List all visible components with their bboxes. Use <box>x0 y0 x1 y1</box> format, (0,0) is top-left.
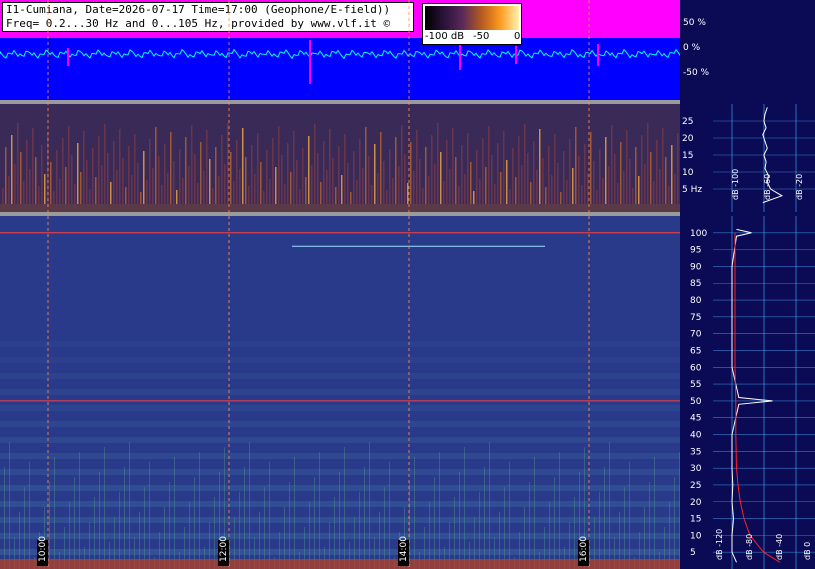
spec-high-ytick: 60 <box>690 363 702 373</box>
spec-high-ytick: 20 <box>690 498 702 508</box>
spec-low-ytick: 20 <box>682 134 694 144</box>
time-label: 10:00 <box>38 536 48 562</box>
wave-ytick: 50 % <box>683 18 706 28</box>
side-axes-svg: 50 % 0 % -50 % 5 Hz 10 15 20 25 dB -100 dB -60 dB … <box>682 18 815 569</box>
spec-high-ytick: 85 <box>690 279 701 289</box>
spec-high-ytick: 55 <box>690 380 701 390</box>
spec-high-ytick: 50 <box>690 397 702 407</box>
spec-low-ytick: 25 <box>682 117 693 127</box>
spec-low-ytick: 5 Hz <box>682 185 702 195</box>
spec-high-xtick: dB -120 <box>715 529 724 560</box>
spec-low-xtick: dB -20 <box>795 174 804 200</box>
spec-high-ytick: 15 <box>690 515 701 525</box>
spec-low-xtick: dB -60 <box>763 174 772 200</box>
spec-high-ytick: 10 <box>690 531 702 541</box>
spec-low-xtick: dB -100 <box>731 169 740 200</box>
spec-high-xtick: dB -80 <box>745 534 754 560</box>
time-label: 14:00 <box>399 536 409 562</box>
spec-high-ytick: 35 <box>690 447 701 457</box>
wave-ytick: -50 % <box>683 68 710 78</box>
spec-high-ytick: 5 <box>690 548 696 558</box>
spec-high-ytick: 75 <box>690 313 701 323</box>
spec-high-ytick: 30 <box>690 464 702 474</box>
spec-high-ytick: 45 <box>690 414 701 424</box>
spec-high-xtick: dB -40 <box>775 534 784 560</box>
spec-low-ytick: 10 <box>682 168 694 178</box>
time-label: 16:00 <box>579 536 589 562</box>
spec-high-ytick: 80 <box>690 296 702 306</box>
wave-ytick: 0 % <box>683 43 701 53</box>
spec-high-xtick: dB 0 <box>803 542 812 560</box>
spec-high-ytick: 70 <box>690 330 702 340</box>
spec-high-ytick: 40 <box>690 431 702 441</box>
time-grid-svg: 10:00 12:00 14:00 16:00 <box>37 0 590 569</box>
spec-high-ytick: 95 <box>690 246 701 256</box>
spec-low-ytick: 15 <box>682 151 693 161</box>
spec-high-ytick: 65 <box>690 346 701 356</box>
time-label: 12:00 <box>219 536 229 562</box>
spec-high-ytick: 90 <box>690 262 702 272</box>
spec-high-ytick: 25 <box>690 481 701 491</box>
spec-high-ytick: 100 <box>690 229 707 239</box>
spec-high-trace-0 <box>731 228 773 563</box>
